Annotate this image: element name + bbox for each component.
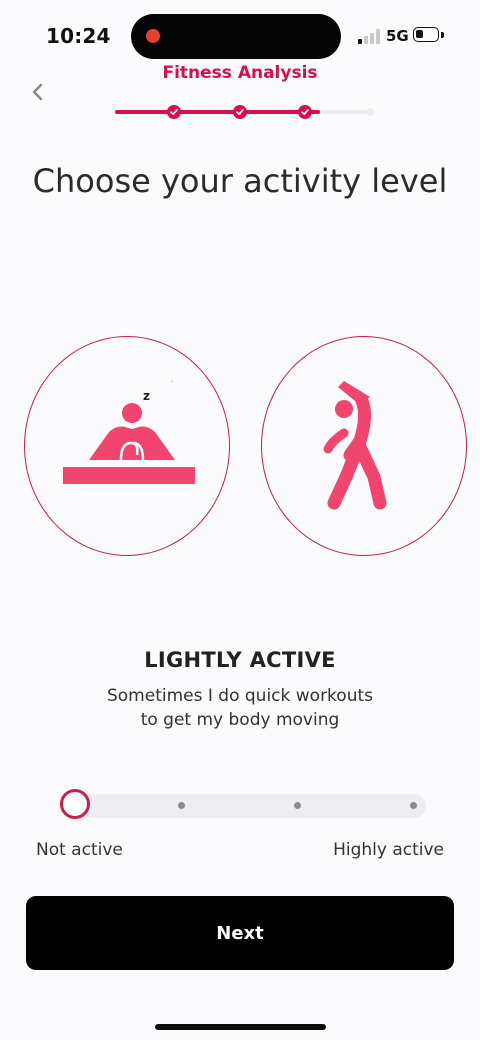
page-heading: Choose your activity level [32, 162, 448, 200]
svg-text:z: z [143, 389, 150, 403]
svg-text:.: . [171, 377, 173, 384]
recording-indicator-icon [146, 29, 160, 43]
next-button[interactable]: Next [26, 896, 454, 970]
dynamic-island [131, 14, 341, 59]
battery-icon [413, 27, 439, 42]
network-type: 5G [386, 27, 409, 45]
stretching-person-icon [323, 381, 387, 510]
battery-cap [441, 32, 444, 38]
progress-fill [115, 110, 320, 114]
sleeping-person-icon: z . [63, 377, 195, 484]
status-time: 10:24 [46, 24, 111, 48]
step-pending [366, 108, 374, 116]
home-indicator [155, 1024, 326, 1030]
slider-tick[interactable] [410, 802, 417, 809]
page-title: Fitness Analysis [162, 63, 318, 83]
step-complete-icon [298, 105, 312, 119]
activity-description-line1: Sometimes I do quick workouts [106, 686, 373, 706]
slider-max-label: Highly active [333, 840, 444, 860]
activity-slider-thumb[interactable] [60, 789, 90, 819]
slider-min-label: Not active [36, 840, 123, 860]
slider-tick[interactable] [178, 802, 185, 809]
step-complete-icon [233, 105, 247, 119]
step-complete-icon [167, 105, 181, 119]
signal-strength-icon [358, 29, 380, 44]
option-not-active[interactable]: z . [24, 336, 230, 556]
activity-slider-track[interactable] [66, 794, 426, 818]
option-lightly-active[interactable] [261, 336, 467, 556]
activity-description-line2: to get my body moving [140, 710, 340, 730]
activity-level-title: LIGHTLY ACTIVE [144, 648, 336, 672]
progress-stepper [115, 103, 375, 121]
slider-tick[interactable] [294, 802, 301, 809]
